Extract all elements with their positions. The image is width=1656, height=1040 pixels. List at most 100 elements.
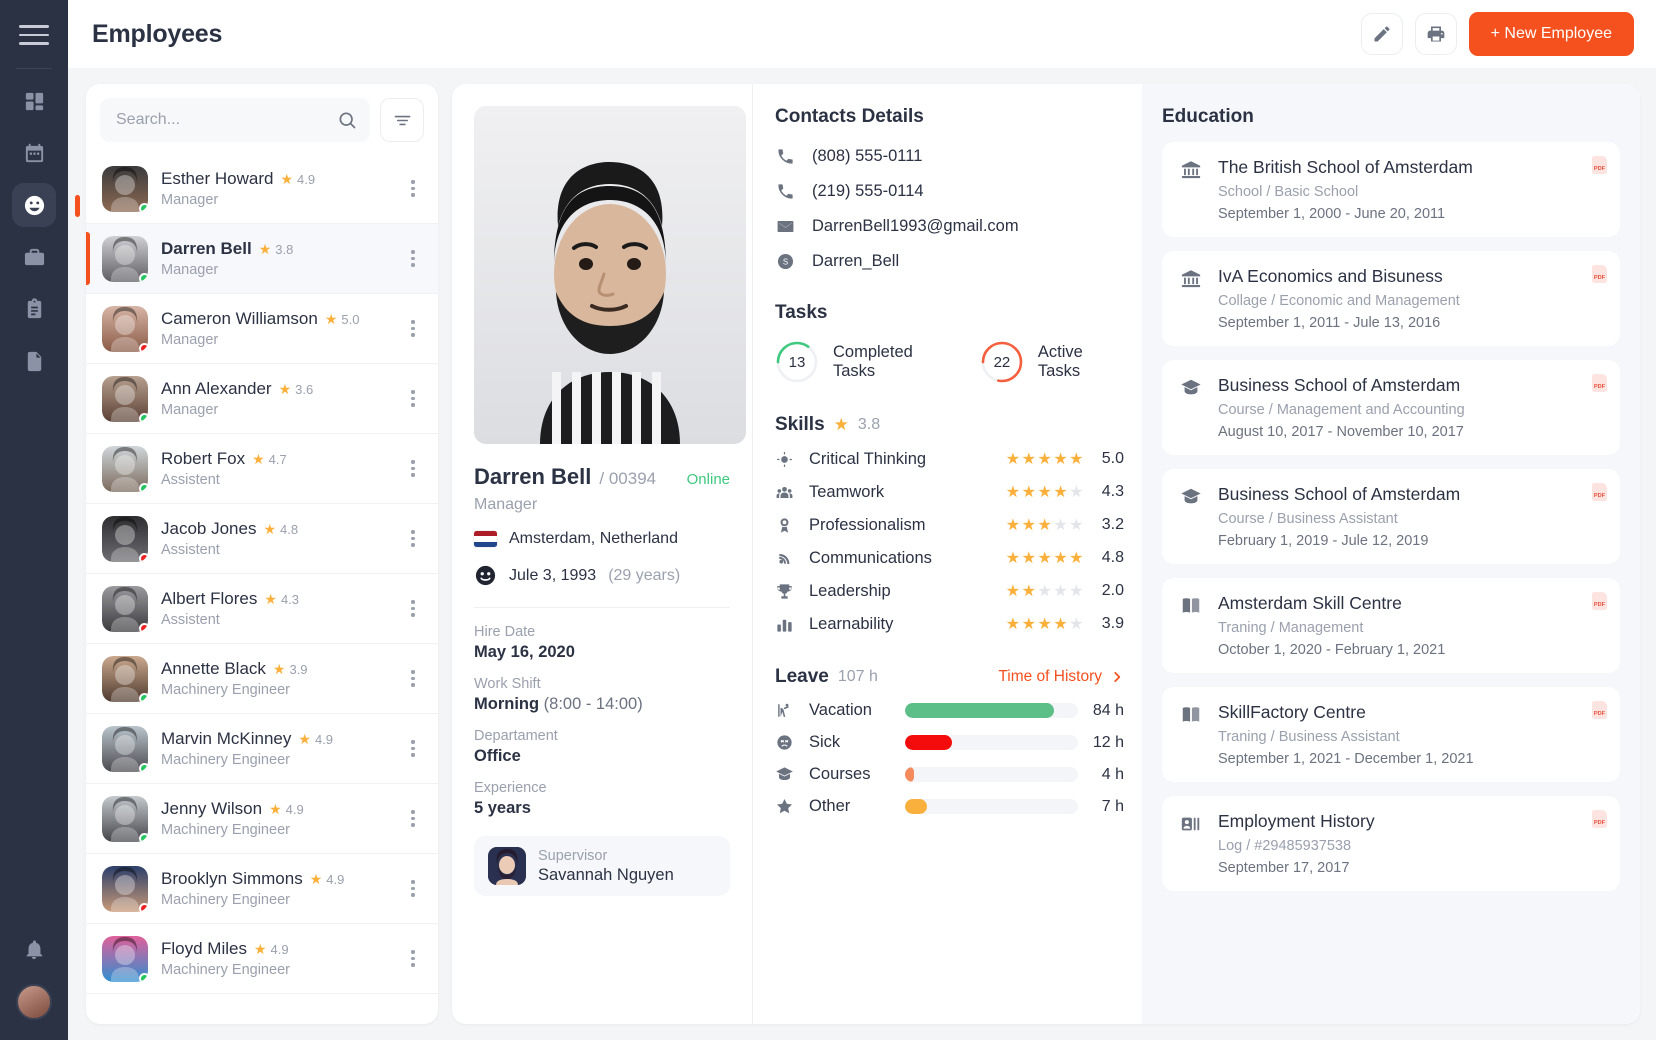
print-button[interactable] xyxy=(1414,13,1457,55)
tasks-title: Tasks xyxy=(775,302,828,323)
education-subtitle: Traning / Business Assistant xyxy=(1218,729,1400,745)
employee-list-item[interactable]: Albert Flores ★ 4.3 Assistent xyxy=(86,574,438,644)
employee-list-item[interactable]: Esther Howard ★ 4.9 Manager xyxy=(86,154,438,224)
leave-value: 4 h xyxy=(1101,765,1124,783)
skill-row: Professionalism ★ ★ ★ ★ ★ 3.2 xyxy=(775,515,1124,535)
employee-avatar xyxy=(102,515,148,562)
chevron-right-icon xyxy=(1114,672,1121,682)
profile-id: / 00394 xyxy=(599,469,657,488)
employee-menu-button[interactable] xyxy=(402,320,424,337)
contact-row[interactable]: (808) 555-0111 xyxy=(775,146,1124,167)
star-icon: ★ xyxy=(258,240,272,257)
sidebar-item-calendar[interactable] xyxy=(12,131,56,175)
employee-list-item[interactable]: Darren Bell ★ 3.8 Manager xyxy=(86,224,438,294)
education-card[interactable]: Amsterdam Skill Centre Traning / Managem… xyxy=(1162,578,1620,673)
pdf-icon[interactable]: PDF xyxy=(1592,810,1607,828)
sidebar-item-dashboard[interactable] xyxy=(12,79,56,123)
employee-rating: ★ 4.9 xyxy=(309,870,345,887)
education-card[interactable]: Business School of Amsterdam Course / Bu… xyxy=(1162,469,1620,564)
education-date: August 10, 2017 - November 10, 2017 xyxy=(1218,424,1464,440)
hamburger-icon[interactable] xyxy=(19,20,49,50)
education-title: Amsterdam Skill Centre xyxy=(1218,593,1402,613)
profile-name: Darren Bell xyxy=(474,464,592,489)
employee-menu-button[interactable] xyxy=(402,880,424,897)
filter-button[interactable] xyxy=(380,98,424,142)
contact-row[interactable]: (219) 555-0114 xyxy=(775,181,1124,202)
signal-icon xyxy=(775,549,797,568)
skill-stars: ★ ★ ★ ★ ★ xyxy=(1005,484,1084,501)
employee-menu-button[interactable] xyxy=(402,740,424,757)
profile-photo xyxy=(474,106,746,444)
employee-role: Manager xyxy=(161,192,219,208)
profile-left-column: Darren Bell / 00394 Online Manager Amste… xyxy=(452,84,752,1024)
employee-menu-button[interactable] xyxy=(402,180,424,197)
education-date: February 1, 2019 - Jule 12, 2019 xyxy=(1218,533,1429,549)
pdf-icon[interactable]: PDF xyxy=(1592,374,1607,392)
employee-menu-button[interactable] xyxy=(402,810,424,827)
education-info: IvA Economics and Bisuness Collage / Eco… xyxy=(1218,266,1460,331)
star-icon: ★ xyxy=(264,590,277,607)
new-employee-button[interactable]: + New Employee xyxy=(1468,12,1634,56)
supervisor-card[interactable]: Supervisor Savannah Nguyen xyxy=(474,836,730,896)
employee-rating: ★ 3.9 xyxy=(272,660,308,677)
education-card[interactable]: Business School of Amsterdam Course / Ma… xyxy=(1162,360,1620,455)
skills-list: Critical Thinking ★ ★ ★ ★ ★ 5.0 Teamwork ★ ★ ★… xyxy=(775,449,1124,634)
skill-stars: ★ ★ ★ ★ ★ xyxy=(1005,451,1084,468)
employee-menu-button[interactable] xyxy=(402,950,424,967)
sidebar-item-documents[interactable] xyxy=(12,339,56,383)
app-root: Employees + New Employee Search... Esthe… xyxy=(0,0,1656,1040)
employee-menu-button[interactable] xyxy=(402,250,424,267)
employee-list-item[interactable]: Cameron Williamson ★ 5.0 Manager xyxy=(86,294,438,364)
profile-field: Work Shift Morning (8:00 - 14:00) xyxy=(474,676,730,714)
mail-icon xyxy=(775,216,796,237)
employee-info: Esther Howard ★ 4.9 Manager xyxy=(161,169,389,208)
contact-value: Darren_Bell xyxy=(812,252,900,270)
employee-list-item[interactable]: Jacob Jones ★ 4.8 Assistent xyxy=(86,504,438,574)
pdf-icon[interactable]: PDF xyxy=(1592,701,1607,719)
pencil-icon xyxy=(1374,26,1390,42)
education-card[interactable]: SkillFactory Centre Traning / Business A… xyxy=(1162,687,1620,782)
bell-icon[interactable] xyxy=(23,939,45,966)
bank-icon xyxy=(1180,266,1204,331)
sidebar-item-reports[interactable] xyxy=(12,287,56,331)
employee-list-item[interactable]: Robert Fox ★ 4.7 Assistent xyxy=(86,434,438,504)
employee-list-item[interactable]: Annette Black ★ 3.9 Machinery Engineer xyxy=(86,644,438,714)
employee-menu-button[interactable] xyxy=(402,460,424,477)
contact-row[interactable]: DarrenBell1993@gmail.com xyxy=(775,216,1124,237)
avatar[interactable] xyxy=(16,984,52,1020)
employee-menu-button[interactable] xyxy=(402,390,424,407)
employee-list-item[interactable]: Jenny Wilson ★ 4.9 Machinery Engineer xyxy=(86,784,438,854)
pdf-icon[interactable]: PDF xyxy=(1592,592,1607,610)
employee-rating: ★ 3.6 xyxy=(278,380,314,397)
education-card[interactable]: Employment History Log / #29485937538 Se… xyxy=(1162,796,1620,891)
search-icon[interactable] xyxy=(337,110,357,130)
employee-list[interactable]: Esther Howard ★ 4.9 Manager Darren Bell ★ xyxy=(86,154,438,1024)
employee-list-item[interactable]: Brooklyn Simmons ★ 4.9 Machinery Engineer xyxy=(86,854,438,924)
time-of-history-link[interactable]: Time of History xyxy=(998,668,1124,686)
employee-role: Manager xyxy=(161,262,219,278)
employee-list-item[interactable]: Ann Alexander ★ 3.6 Manager xyxy=(86,364,438,434)
medal-icon xyxy=(775,516,797,535)
employee-list-item[interactable]: Marvin McKinney ★ 4.9 Machinery Engineer xyxy=(86,714,438,784)
phone-icon xyxy=(775,146,796,167)
contact-row[interactable]: S Darren_Bell xyxy=(775,251,1124,272)
page-title: Employees xyxy=(92,19,223,48)
filter-icon xyxy=(394,115,410,125)
employee-info: Marvin McKinney ★ 4.9 Machinery Engineer xyxy=(161,729,389,768)
education-card[interactable]: The British School of Amsterdam School /… xyxy=(1162,142,1620,237)
pdf-icon[interactable]: PDF xyxy=(1592,265,1607,283)
employee-menu-button[interactable] xyxy=(402,600,424,617)
pdf-icon[interactable]: PDF xyxy=(1592,483,1607,501)
pdf-icon[interactable]: PDF xyxy=(1592,156,1607,174)
employee-list-item[interactable]: Floyd Miles ★ 4.9 Machinery Engineer xyxy=(86,924,438,994)
search-input[interactable] xyxy=(100,98,370,142)
employee-rating: ★ 4.8 xyxy=(263,520,299,537)
sidebar-item-jobs[interactable] xyxy=(12,235,56,279)
education-card[interactable]: IvA Economics and Bisuness Collage / Eco… xyxy=(1162,251,1620,346)
employee-menu-button[interactable] xyxy=(402,530,424,547)
sidebar-item-employees[interactable] xyxy=(12,183,80,227)
edit-button[interactable] xyxy=(1360,13,1403,55)
education-subtitle: Collage / Economic and Management xyxy=(1218,293,1460,309)
employee-menu-button[interactable] xyxy=(402,670,424,687)
profile-location: Amsterdam, Netherland xyxy=(509,530,678,547)
